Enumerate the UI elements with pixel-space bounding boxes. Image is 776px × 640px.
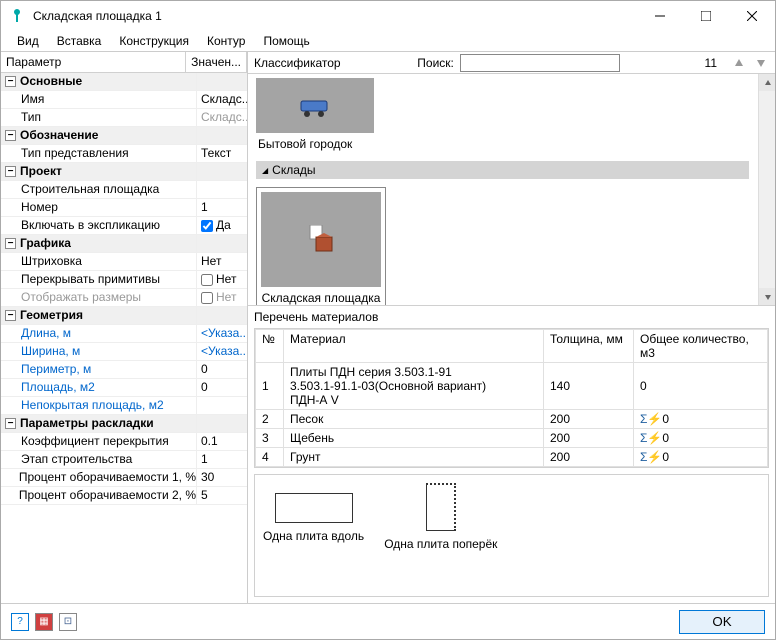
property-group[interactable]: −Проект — [1, 163, 247, 181]
menu-contour[interactable]: Контур — [199, 32, 253, 50]
col-num[interactable]: № — [256, 330, 284, 363]
collapse-icon[interactable]: − — [5, 418, 16, 429]
property-group[interactable]: −Обозначение — [1, 127, 247, 145]
col-total[interactable]: Общее количество, м3 — [634, 330, 768, 363]
property-row[interactable]: Периметр, м0 — [1, 361, 247, 379]
property-row[interactable]: Процент оборачиваемости 2, %5 — [1, 487, 247, 505]
menu-insert[interactable]: Вставка — [49, 32, 110, 50]
help-icon[interactable]: ? — [11, 613, 29, 631]
property-header: Параметр Значен... — [1, 52, 247, 73]
col-thickness[interactable]: Толщина, мм — [544, 330, 634, 363]
table-row[interactable]: 1 Плиты ПДН серия 3.503.1-913.503.1-91.1… — [256, 363, 768, 410]
right-panel: Классификатор Поиск: 11 Бытовой городок … — [247, 51, 775, 603]
gallery-item[interactable]: Складская площадка — [256, 187, 386, 306]
plate-vertical-icon — [426, 483, 456, 531]
table-row[interactable]: 2Песок200Σ⚡0 — [256, 410, 768, 429]
property-row[interactable]: ШтриховкаНет — [1, 253, 247, 271]
classifier-gallery: Бытовой городок Склады Складская площадк… — [248, 74, 775, 306]
property-row[interactable]: Номер1 — [1, 199, 247, 217]
materials-table[interactable]: № Материал Толщина, мм Общее количество,… — [254, 328, 769, 468]
property-row[interactable]: Коэффициент перекрытия0.1 — [1, 433, 247, 451]
scroll-up-icon[interactable] — [759, 74, 775, 91]
menu-bar: Вид Вставка Конструкция Контур Помощь — [1, 31, 775, 51]
property-row[interactable]: Включать в экспликациюДа — [1, 217, 247, 235]
menu-construction[interactable]: Конструкция — [111, 32, 197, 50]
property-row[interactable]: Тип представленияТекст — [1, 145, 247, 163]
property-row[interactable]: Ширина, м<Указа... — [1, 343, 247, 361]
col-material[interactable]: Материал — [284, 330, 544, 363]
search-label: Поиск: — [417, 56, 454, 70]
gallery-scrollbar[interactable] — [758, 74, 775, 305]
ok-button[interactable]: OK — [679, 610, 765, 634]
result-count: 11 — [705, 56, 717, 70]
collapse-icon[interactable]: − — [5, 76, 16, 87]
property-row[interactable]: Этап строительства1 — [1, 451, 247, 469]
preview-item[interactable]: Одна плита вдоль — [263, 483, 364, 543]
app-icon — [9, 8, 25, 24]
property-row[interactable]: Непокрытая площадь, м2 — [1, 397, 247, 415]
property-row[interactable]: Площадь, м20 — [1, 379, 247, 397]
down-arrow-icon[interactable] — [753, 55, 769, 71]
gallery-item-label: Складская площадка — [261, 291, 381, 305]
table-row[interactable]: 4Грунт200Σ⚡0 — [256, 448, 768, 467]
header-value[interactable]: Значен... — [186, 52, 247, 72]
menu-view[interactable]: Вид — [9, 32, 47, 50]
property-group[interactable]: −Параметры раскладки — [1, 415, 247, 433]
preview-label: Одна плита вдоль — [263, 529, 364, 543]
collapse-icon[interactable]: − — [5, 238, 16, 249]
property-row[interactable]: Длина, м<Указа... — [1, 325, 247, 343]
gallery-item[interactable]: Бытовой городок — [256, 78, 376, 153]
window-title: Складская площадка 1 — [33, 9, 637, 23]
property-tree[interactable]: −ОсновныеИмяСкладс...ТипСкладс...−Обозна… — [1, 73, 247, 603]
collapse-icon[interactable]: − — [5, 166, 16, 177]
property-row[interactable]: ТипСкладс... — [1, 109, 247, 127]
property-group[interactable]: −Основные — [1, 73, 247, 91]
title-bar: Складская площадка 1 — [1, 1, 775, 31]
footer: ? ▦ ⊡ OK — [1, 603, 775, 639]
dialog-window: Складская площадка 1 Вид Вставка Констру… — [0, 0, 776, 640]
property-group[interactable]: −Геометрия — [1, 307, 247, 325]
tool-icon-2[interactable]: ⊡ — [59, 613, 77, 631]
checkbox[interactable] — [201, 274, 213, 286]
collapse-icon[interactable]: − — [5, 130, 16, 141]
property-group[interactable]: −Графика — [1, 235, 247, 253]
up-arrow-icon[interactable] — [731, 55, 747, 71]
minimize-button[interactable] — [637, 1, 683, 31]
maximize-button[interactable] — [683, 1, 729, 31]
property-row[interactable]: Отображать размерыНет — [1, 289, 247, 307]
classifier-header: Классификатор Поиск: 11 — [248, 52, 775, 74]
preview-label: Одна плита поперёк — [384, 537, 497, 551]
gallery-group[interactable]: Склады — [256, 161, 749, 179]
property-row[interactable]: Строительная площадка — [1, 181, 247, 199]
collapse-icon[interactable]: − — [5, 310, 16, 321]
gallery-item-label: Бытовой городок — [256, 135, 376, 153]
property-panel: Параметр Значен... −ОсновныеИмяСкладс...… — [1, 51, 247, 603]
checkbox[interactable] — [201, 220, 213, 232]
property-row[interactable]: Перекрывать примитивыНет — [1, 271, 247, 289]
checkbox[interactable] — [201, 292, 213, 304]
preview-item[interactable]: Одна плита поперёк — [384, 483, 497, 551]
header-param[interactable]: Параметр — [1, 52, 186, 72]
materials-header: Перечень материалов — [248, 306, 775, 328]
close-button[interactable] — [729, 1, 775, 31]
property-row[interactable]: Процент оборачиваемости 1, %30 — [1, 469, 247, 487]
scroll-down-icon[interactable] — [759, 288, 775, 305]
classifier-title: Классификатор — [254, 56, 341, 70]
tool-icon-1[interactable]: ▦ — [35, 613, 53, 631]
menu-help[interactable]: Помощь — [255, 32, 317, 50]
table-row[interactable]: 3Щебень200Σ⚡0 — [256, 429, 768, 448]
search-input[interactable] — [460, 54, 620, 72]
layout-preview: Одна плита вдоль Одна плита поперёк — [254, 474, 769, 597]
plate-horizontal-icon — [275, 493, 353, 523]
property-row[interactable]: ИмяСкладс... — [1, 91, 247, 109]
